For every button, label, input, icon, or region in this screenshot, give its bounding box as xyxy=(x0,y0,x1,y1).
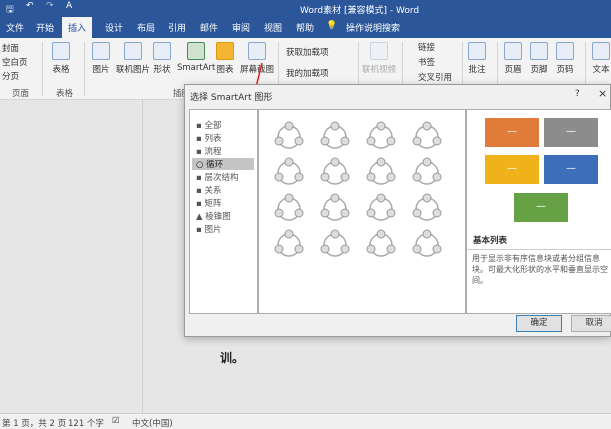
category-matrix[interactable]: ▪ 矩阵 xyxy=(192,197,254,209)
cycle-layout-icon xyxy=(412,157,442,185)
preview-block: — xyxy=(544,155,598,184)
category-picture[interactable]: ▪ 图片 xyxy=(192,223,254,235)
cycle-layout-icon xyxy=(320,121,350,149)
cycle-layout-item[interactable] xyxy=(407,228,447,262)
cycle-layout-icon xyxy=(274,157,304,185)
preview-block: — xyxy=(485,155,539,184)
status-bar: 第 1 页，共 2 页 121 个字 ☑ 中文(中国) xyxy=(0,413,611,429)
smartart-dialog: 选择 SmartArt 图形 ? × ▪ 全部 ▪ 列表 ▪ 流程 ○ 循环 ▪… xyxy=(184,84,611,337)
cycle-layout-icon xyxy=(366,229,396,257)
cycle-layout-icon xyxy=(320,157,350,185)
proofing-icon[interactable]: ☑ xyxy=(112,416,120,426)
cycle-layout-icon xyxy=(412,229,442,257)
help-button[interactable]: ? xyxy=(575,89,580,99)
cycle-layout-item[interactable] xyxy=(361,156,401,190)
cancel-button[interactable]: 取消 xyxy=(571,315,611,332)
cycle-layout-item[interactable] xyxy=(407,192,447,226)
category-pyramid[interactable]: ▲ 棱锥图 xyxy=(192,210,254,222)
cycle-layout-item[interactable] xyxy=(315,120,355,154)
category-list: ▪ 全部 ▪ 列表 ▪ 流程 ○ 循环 ▪ 层次结构 ▪ 关系 ▪ 矩阵 ▲ 棱… xyxy=(189,109,258,314)
cycle-layout-item[interactable] xyxy=(407,120,447,154)
category-process[interactable]: ▪ 流程 xyxy=(192,145,254,157)
word-count[interactable]: 121 个字 xyxy=(68,417,104,429)
preview-block: — xyxy=(485,118,539,147)
cycle-layout-item[interactable] xyxy=(315,192,355,226)
preview-panel: — — — — — 基本列表 用于显示非有序信息块或者分组信息块。可最大化形状的… xyxy=(466,109,611,314)
category-cycle[interactable]: ○ 循环 xyxy=(192,158,254,170)
category-relationship[interactable]: ▪ 关系 xyxy=(192,184,254,196)
cycle-layout-item[interactable] xyxy=(361,228,401,262)
cycle-layout-item[interactable] xyxy=(269,228,309,262)
cycle-layout-icon xyxy=(412,121,442,149)
cycle-layout-icon xyxy=(320,229,350,257)
preview-block: — xyxy=(544,118,598,147)
preview-title: 基本列表 xyxy=(473,236,508,246)
page-count[interactable]: 第 1 页，共 2 页 xyxy=(2,417,66,429)
cycle-layout-icon xyxy=(274,121,304,149)
category-hierarchy[interactable]: ▪ 层次结构 xyxy=(192,171,254,183)
cycle-layout-icon xyxy=(366,121,396,149)
close-button[interactable]: × xyxy=(598,87,607,100)
cycle-layout-icon xyxy=(274,229,304,257)
cycle-layout-item[interactable] xyxy=(315,228,355,262)
cycle-layout-item[interactable] xyxy=(269,156,309,190)
layout-gallery xyxy=(258,109,466,314)
category-list-type[interactable]: ▪ 列表 xyxy=(192,132,254,144)
category-all[interactable]: ▪ 全部 xyxy=(192,119,254,131)
cycle-layout-item[interactable] xyxy=(407,156,447,190)
cycle-layout-item[interactable] xyxy=(361,192,401,226)
cycle-layout-item[interactable] xyxy=(269,120,309,154)
preview-block: — xyxy=(514,193,568,222)
cycle-layout-item[interactable] xyxy=(269,192,309,226)
cycle-layout-icon xyxy=(274,193,304,221)
ok-button[interactable]: 确定 xyxy=(516,315,562,332)
cycle-layout-item[interactable] xyxy=(361,120,401,154)
cycle-layout-icon xyxy=(366,157,396,185)
dialog-title: 选择 SmartArt 图形 xyxy=(190,93,273,103)
preview-description: 用于显示非有序信息块或者分组信息块。可最大化形状的水平和垂直显示空间。 xyxy=(467,249,611,314)
cycle-layout-item[interactable] xyxy=(315,156,355,190)
language[interactable]: 中文(中国) xyxy=(132,417,173,429)
cycle-layout-icon xyxy=(366,193,396,221)
cycle-layout-icon xyxy=(412,193,442,221)
cycle-layout-icon xyxy=(320,193,350,221)
